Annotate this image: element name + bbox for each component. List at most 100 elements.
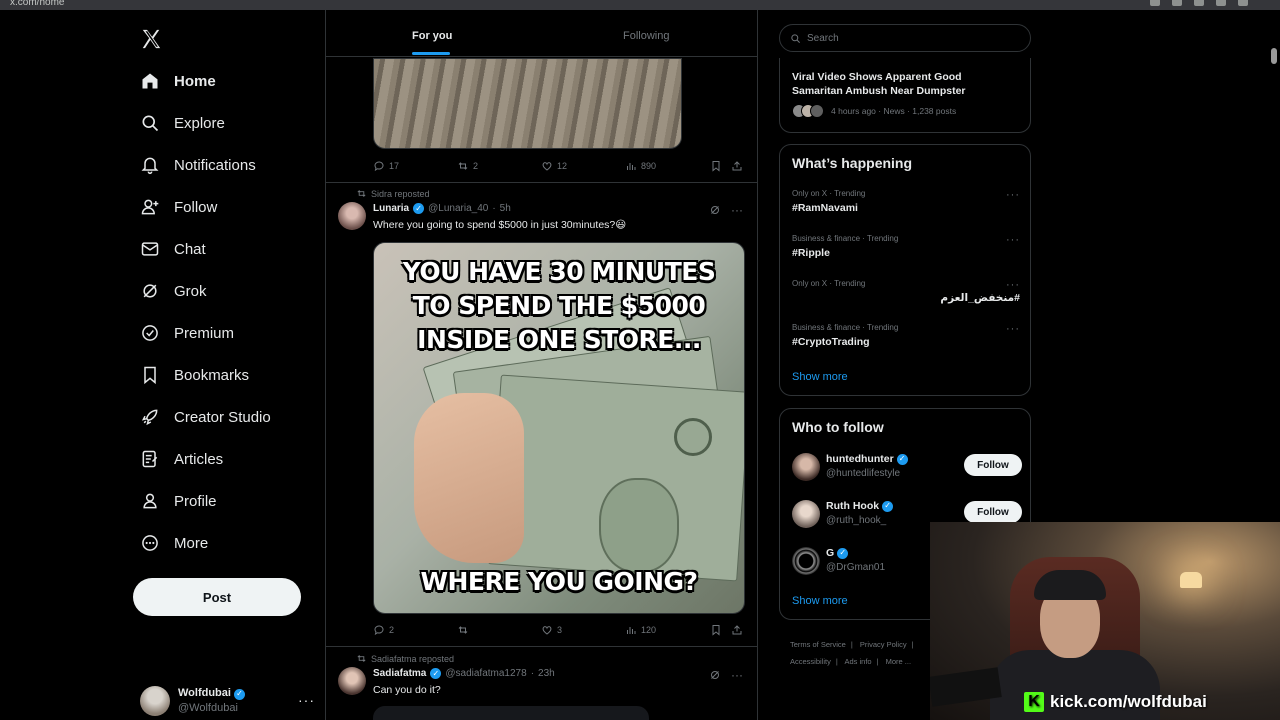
search-placeholder: Search [807,32,839,44]
author-handle[interactable]: @Lunaria_40 [428,203,488,214]
repost-button[interactable] [457,624,469,636]
bookmark-button[interactable] [710,160,722,172]
views-button[interactable]: 120 [625,624,656,636]
follow-button[interactable]: Follow [964,454,1022,476]
follow-button[interactable]: Follow [964,501,1022,523]
more-circle-icon [142,535,158,551]
reply-button[interactable]: 17 [373,160,399,172]
address-bar-url[interactable]: x.com/home [10,0,64,8]
section-title: Who to follow [792,419,884,435]
follow-suggestion[interactable]: huntedhunter ✓ @huntedlifestyle Follow [792,451,1022,487]
timeline: For you Following 17 2 12 890 Sidra repo… [325,10,758,720]
footer-link-ads-info[interactable]: Ads info [844,657,871,666]
nav-more[interactable]: More [140,528,208,558]
extension-icon[interactable] [1150,0,1160,6]
mail-icon [141,242,159,256]
nav-follow[interactable]: Follow [140,192,217,222]
nav-articles[interactable]: Articles [140,444,223,474]
footer-link-terms[interactable]: Terms of Service [790,640,846,649]
avatar [792,547,820,575]
trend-category: Only on X · Trending [792,279,866,288]
more-dots-icon[interactable]: ··· [731,668,743,682]
tab-for-you[interactable]: For you [412,30,452,42]
account-name: Wolfdubai ✓ [178,687,246,700]
show-more-link[interactable]: Show more [792,371,848,383]
nav-chat[interactable]: Chat [140,234,206,264]
grok-icon[interactable] [709,669,721,681]
streamer-cap [1034,570,1106,600]
footer-link-more[interactable]: More ... [886,657,911,666]
trend-item[interactable]: Business & finance · Trending #CryptoTra… [792,323,1020,355]
browser-top-bar: x.com/home [0,0,1280,10]
trend-item[interactable]: Only on X · Trending #منخفض_العزم ··· [792,279,1020,311]
star-icon[interactable] [1194,0,1204,6]
nav-label: Follow [174,198,218,216]
nav-explore[interactable]: Explore [140,108,225,138]
post-button[interactable]: Post [133,578,301,616]
reply-button[interactable]: 2 [373,624,394,636]
more-dots-icon[interactable]: ··· [731,203,743,217]
repost-context[interactable]: Sidra reposted [356,188,430,199]
nav-label: Premium [174,324,235,342]
like-button[interactable]: 3 [541,624,562,636]
extensions-puzzle-icon[interactable] [1216,0,1226,6]
bookmark-icon [712,625,720,636]
repost-button[interactable]: 2 [457,160,478,172]
views-button[interactable]: 890 [625,160,656,172]
avatar [792,500,820,528]
author-name[interactable]: Sadiafatma [373,668,426,679]
author-name[interactable]: Lunaria [373,203,409,214]
more-dots-icon[interactable]: ··· [1006,323,1020,335]
share-button[interactable] [731,160,743,172]
search-input[interactable]: Search [779,24,1031,52]
news-card[interactable]: Viral Video Shows Apparent Good Samarita… [779,58,1031,133]
timeline-tabs: For you Following [326,10,757,57]
extension-icon[interactable] [1172,0,1182,6]
profile-icon[interactable] [1238,0,1248,6]
news-title[interactable]: Viral Video Shows Apparent Good Samarita… [792,70,992,98]
more-dots-icon[interactable]: ··· [1006,234,1020,246]
grok-icon [143,284,157,298]
more-dots-icon[interactable]: ··· [1006,189,1020,201]
more-dots-icon[interactable]: ··· [1006,279,1020,291]
footer-link-privacy[interactable]: Privacy Policy [860,640,907,649]
nav-creator-studio[interactable]: Creator Studio [140,402,271,432]
nav-home[interactable]: Home [140,66,216,96]
avatar[interactable] [338,202,366,230]
trend-item[interactable]: Business & finance · Trending #Ripple ··… [792,234,1020,266]
author-handle[interactable]: @sadiafatma1278 [445,668,526,679]
x-logo-icon[interactable] [140,28,162,50]
bookmark-button[interactable] [710,624,722,636]
tweet-media-image[interactable] [373,58,682,149]
tab-following[interactable]: Following [623,30,669,42]
nav-bookmarks[interactable]: Bookmarks [140,360,249,390]
share-button[interactable] [731,624,743,636]
tweet-time[interactable]: 5h [500,203,511,214]
trend-item[interactable]: Only on X · Trending #RamNavami ··· [792,189,1020,221]
nav-grok[interactable]: Grok [140,276,207,306]
more-dots-icon[interactable]: ··· [298,692,315,708]
avatar[interactable] [338,667,366,695]
grok-icon[interactable] [709,204,721,216]
suggestion-handle: @huntedlifestyle [826,468,901,479]
show-more-link[interactable]: Show more [792,595,848,607]
footer-link-accessibility[interactable]: Accessibility [790,657,831,666]
avatar [792,453,820,481]
like-button[interactable]: 12 [541,160,567,172]
nav-premium[interactable]: Premium [140,318,234,348]
nav-profile[interactable]: Profile [140,486,217,516]
tweet-media-image[interactable] [373,706,649,720]
nav-notifications[interactable]: Notifications [140,150,256,180]
suggestion-handle: @ruth_hook_ [826,515,887,526]
repost-context-text: Sadiafatma reposted [371,653,455,664]
tweet-time[interactable]: 23h [538,668,555,679]
account-switcher[interactable]: Wolfdubai ✓ @Wolfdubai ··· [140,684,315,718]
repost-context[interactable]: Sadiafatma reposted [356,653,454,664]
page-scrollbar[interactable] [1271,48,1277,64]
tweet-media-image[interactable]: YOU HAVE 30 MINUTES TO SPEND THE $5000 I… [373,242,745,614]
avatar-stack [792,104,824,118]
person-plus-icon [141,199,159,215]
article-icon [142,450,158,468]
whats-happening-card: What’s happening Only on X · Trending #R… [779,144,1031,396]
webcam-overlay: K kick.com/wolfdubai [930,522,1280,720]
